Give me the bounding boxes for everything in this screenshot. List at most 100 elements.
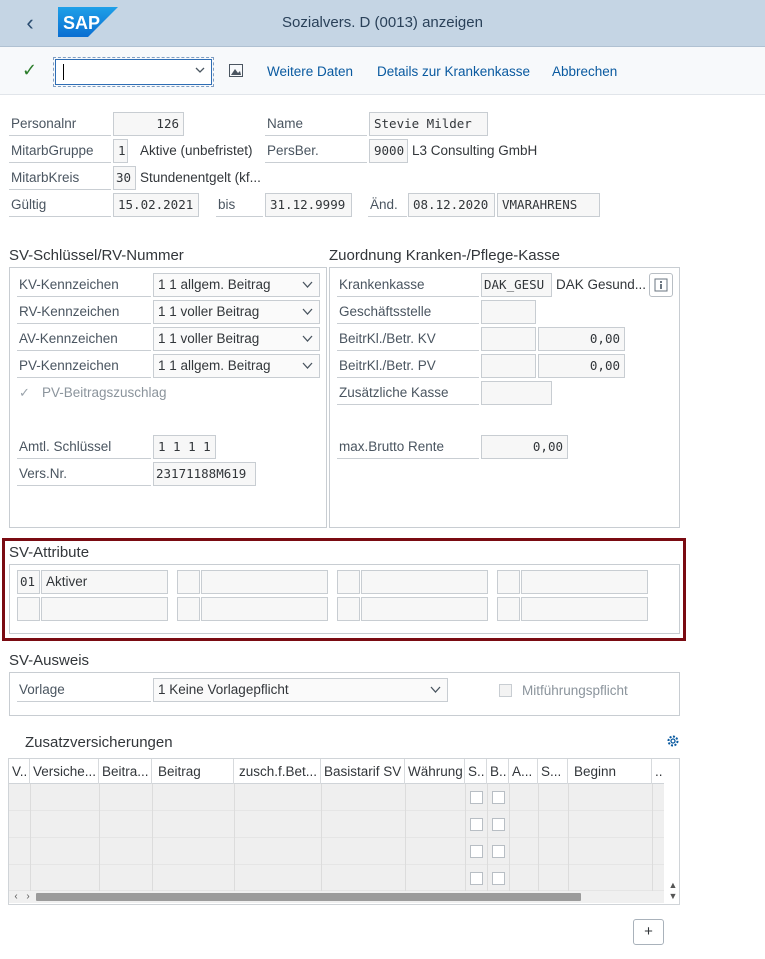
col-divider: [152, 784, 153, 891]
krankenkasse-text: DAK Gesund...: [556, 277, 647, 292]
table-row[interactable]: [9, 811, 664, 838]
mitarbkreis-field[interactable]: 30: [113, 166, 136, 190]
col-header[interactable]: V..: [9, 759, 30, 784]
chevron-down-icon: [302, 335, 313, 342]
kv-kennzeichen-select[interactable]: 1 1 allgem. Beitrag: [153, 273, 320, 297]
chevron-down-icon[interactable]: [195, 65, 205, 75]
amtl-schluessel-field[interactable]: 1 1 1 1: [153, 435, 216, 459]
col-header[interactable]: ..: [652, 759, 664, 784]
table-row[interactable]: [9, 865, 664, 891]
scroll-left-icon[interactable]: ‹: [10, 891, 22, 903]
aend-label: Änd.: [368, 193, 407, 217]
persber-label: PersBer.: [265, 139, 367, 163]
col-header[interactable]: Beitra...: [99, 759, 152, 784]
vorlage-select[interactable]: 1 Keine Vorlagepflicht: [153, 678, 448, 702]
attr-6-text[interactable]: [201, 597, 328, 621]
attr-8-code[interactable]: [497, 597, 520, 621]
rv-kennzeichen-value: 1 1 voller Beitrag: [158, 304, 260, 319]
attr-5-code[interactable]: [17, 597, 40, 621]
brutto-rente-field[interactable]: 0,00: [481, 435, 568, 459]
scroll-right-icon[interactable]: ›: [22, 891, 34, 903]
beitrkl-pv-field[interactable]: [481, 354, 536, 378]
attr-4-text[interactable]: [521, 570, 648, 594]
pv-kennzeichen-label: PV-Kennzeichen: [17, 354, 151, 378]
col-header[interactable]: B..: [487, 759, 509, 784]
col-header[interactable]: S...: [538, 759, 568, 784]
details-krankenkasse-button[interactable]: Details zur Krankenkasse: [377, 64, 530, 79]
attr-7-text[interactable]: [361, 597, 488, 621]
add-row-button[interactable]: +: [633, 919, 664, 945]
name-label: Name: [265, 112, 367, 136]
col-header[interactable]: Versiche...: [30, 759, 99, 784]
weitere-daten-button[interactable]: Weitere Daten: [267, 64, 353, 79]
amtl-schluessel-label: Amtl. Schlüssel: [17, 435, 151, 459]
mitarbgruppe-label: MitarbGruppe: [9, 139, 111, 163]
attr-6-code[interactable]: [177, 597, 200, 621]
attr-5-text[interactable]: [41, 597, 168, 621]
betrag-pv-field[interactable]: 0,00: [538, 354, 625, 378]
row-4-s-checkbox[interactable]: [470, 872, 483, 885]
col-divider: [538, 784, 539, 891]
attr-3-code[interactable]: [337, 570, 360, 594]
row-2-b-checkbox[interactable]: [492, 818, 505, 831]
col-header[interactable]: zusch.f.Bet...: [234, 759, 321, 784]
col-header[interactable]: Basistarif SV: [321, 759, 405, 784]
scroll-up-icon[interactable]: ▲: [667, 880, 679, 890]
gueltig-from-field[interactable]: 15.02.2021: [113, 193, 199, 217]
table-settings-button[interactable]: [666, 734, 680, 748]
attr-1-text[interactable]: Aktiver: [41, 570, 168, 594]
personalnr-field[interactable]: 126: [113, 112, 184, 136]
row-3-b-checkbox[interactable]: [492, 845, 505, 858]
geschaeftsstelle-field[interactable]: [481, 300, 536, 324]
beitrkl-pv-label: BeitrKl./Betr. PV: [337, 354, 479, 378]
kasse-title: Zuordnung Kranken-/Pflege-Kasse: [329, 247, 560, 264]
enter-check-icon[interactable]: ✓: [22, 60, 37, 81]
attr-4-code[interactable]: [497, 570, 520, 594]
krankenkasse-field[interactable]: DAK_GESU: [481, 273, 552, 297]
attr-2-code[interactable]: [177, 570, 200, 594]
scroll-thumb[interactable]: [36, 893, 581, 901]
krankenkasse-label: Krankenkasse: [337, 273, 479, 297]
gueltig-to-field[interactable]: 31.12.9999: [265, 193, 352, 217]
beitrkl-kv-field[interactable]: [481, 327, 536, 351]
betrag-kv-field[interactable]: 0,00: [538, 327, 625, 351]
row-2-s-checkbox[interactable]: [470, 818, 483, 831]
info-button[interactable]: [649, 273, 673, 297]
aend-date-field[interactable]: 08.12.2020: [408, 193, 495, 217]
av-kennzeichen-select[interactable]: 1 1 voller Beitrag: [153, 327, 320, 351]
row-3-s-checkbox[interactable]: [470, 845, 483, 858]
col-header[interactable]: A...: [509, 759, 538, 784]
attr-2-text[interactable]: [201, 570, 328, 594]
rv-kennzeichen-select[interactable]: 1 1 voller Beitrag: [153, 300, 320, 324]
col-header[interactable]: Beitrag: [152, 759, 234, 784]
pv-kennzeichen-select[interactable]: 1 1 allgem. Beitrag: [153, 354, 320, 378]
gear-icon: [667, 735, 679, 747]
command-field[interactable]: [55, 59, 212, 85]
row-1-s-checkbox[interactable]: [470, 791, 483, 804]
scroll-down-icon[interactable]: ▼: [667, 891, 679, 901]
attr-7-code[interactable]: [337, 597, 360, 621]
pv-zuschlag-checkbox[interactable]: ✓: [19, 386, 32, 399]
gueltig-label: Gültig: [9, 193, 111, 217]
bis-label: bis: [216, 193, 263, 217]
zus-kasse-field[interactable]: [481, 381, 552, 405]
persber-field[interactable]: 9000: [369, 139, 408, 163]
col-divider: [568, 784, 569, 891]
col-header[interactable]: Beginn: [568, 759, 652, 784]
col-header[interactable]: Währung: [405, 759, 465, 784]
versnr-field[interactable]: 23171188M619: [153, 462, 256, 486]
name-field[interactable]: Stevie Milder: [369, 112, 488, 136]
attr-8-text[interactable]: [521, 597, 648, 621]
attr-1-code[interactable]: 01: [17, 570, 40, 594]
col-header[interactable]: S..: [465, 759, 487, 784]
attr-3-text[interactable]: [361, 570, 488, 594]
row-4-b-checkbox[interactable]: [492, 872, 505, 885]
image-icon[interactable]: [229, 64, 243, 77]
row-1-b-checkbox[interactable]: [492, 791, 505, 804]
mitarbgruppe-field[interactable]: 1: [113, 139, 128, 163]
table-row[interactable]: [9, 784, 664, 811]
aend-user-field[interactable]: VMARAHRENS: [497, 193, 600, 217]
abbrechen-button[interactable]: Abbrechen: [552, 64, 617, 79]
table-row[interactable]: [9, 838, 664, 865]
mitfuehrung-checkbox[interactable]: [499, 684, 512, 697]
